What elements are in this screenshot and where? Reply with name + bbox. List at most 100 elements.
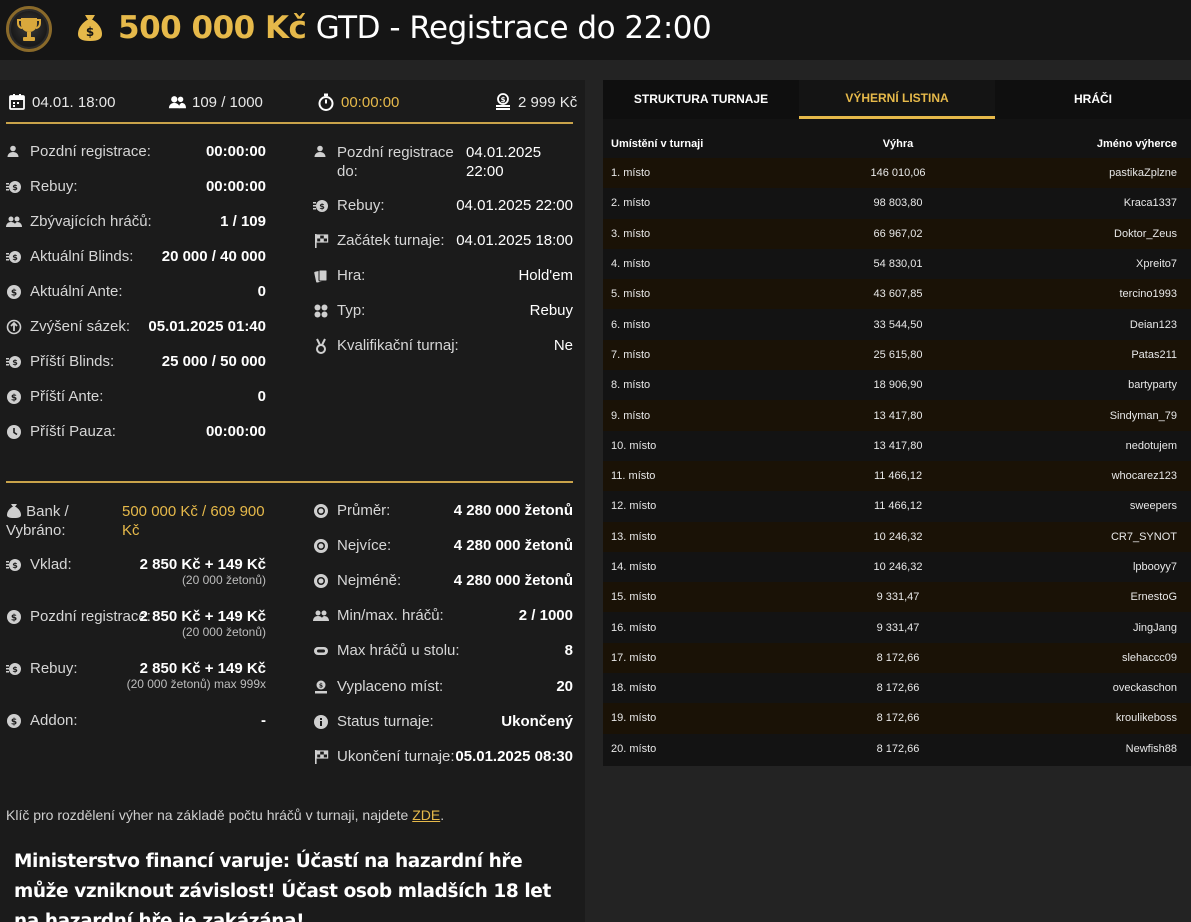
table-row: 13. místo 10 246,32 CR7_SYNOT — [603, 521, 1191, 552]
info-remaining-players: Zbývajících hráčů: 1 / 109 — [6, 213, 266, 230]
user-plus-icon — [314, 145, 326, 157]
money-icon: $ — [6, 559, 21, 571]
users-icon — [168, 96, 186, 109]
info-game: Hra: Hold'em — [313, 267, 573, 284]
column-header-prize: Výhra — [882, 138, 914, 150]
chip-icon — [314, 504, 328, 518]
info-min-stack: Nejméně: 4 280 000 žetonů — [313, 572, 573, 589]
money-icon: $ — [6, 663, 21, 675]
svg-text:$: $ — [12, 253, 18, 262]
coins-icon: $ — [496, 93, 510, 110]
info-status: Status turnaje: Ukončený — [313, 713, 573, 730]
info-type: Typ: Rebuy — [313, 302, 573, 319]
info-rebuy-price: $ Rebuy: 2 850 Kč + 149 Kč (20 000 žetonů… — [6, 660, 266, 691]
summary-players: 109 / 1000 — [168, 93, 263, 111]
money-icon: $ — [6, 181, 21, 193]
checkered-flag-icon — [315, 234, 329, 248]
stopwatch-icon — [318, 93, 334, 111]
table-row: 20. místo 8 172,66 Newfish88 — [603, 733, 1191, 764]
svg-text:$: $ — [86, 25, 94, 39]
dollar-coin-icon: $ — [7, 285, 21, 299]
table-row: 18. místo 8 172,66 oveckaschon — [603, 673, 1191, 704]
info-rebuy-until: $ Rebuy: 04.01.2025 22:00 — [313, 197, 573, 214]
info-average-stack: Průměr: 4 280 000 žetonů — [313, 502, 573, 519]
dollar-coin-icon: $ — [7, 390, 21, 404]
money-icon: $ — [313, 200, 328, 212]
info-current-blinds: $ Aktuální Blinds: 20 000 / 40 000 — [6, 248, 266, 265]
svg-text:$: $ — [12, 561, 18, 570]
info-late-registration-price: $ Pozdní registrace: 2 850 Kč + 149 Kč (2… — [6, 608, 266, 639]
poker-table-icon — [314, 647, 328, 655]
summary-buyin: $ 2 999 Kč — [494, 93, 577, 111]
info-addon: $ Addon: - — [6, 712, 266, 729]
tab-payout-list[interactable]: VÝHERNÍ LISTINA — [799, 80, 995, 119]
table-row: 2. místo 98 803,80 Kraca1337 — [603, 188, 1191, 219]
table-row: 9. místo 13 417,80 Sindyman_79 — [603, 400, 1191, 431]
money-bag-icon: $ — [78, 15, 102, 41]
table-row: 12. místo 11 466,12 sweepers — [603, 491, 1191, 522]
info-late-registration: Pozdní registrace: 00:00:00 — [6, 143, 266, 160]
svg-text:$: $ — [12, 665, 18, 674]
svg-text:$: $ — [12, 183, 18, 192]
start-date: 04.01. 18:00 — [32, 93, 116, 111]
tournament-title: 500 000 Kč GTD - Registrace do 22:00 — [118, 10, 712, 46]
table-row: 8. místo 18 906,90 bartyparty — [603, 370, 1191, 401]
dollar-coin-icon: $ — [7, 610, 21, 624]
medal-icon — [316, 338, 326, 354]
buyin-value: 2 999 Kč — [518, 93, 578, 111]
title-text: GTD - Registrace do 22:00 — [306, 10, 712, 46]
info-icon — [314, 715, 328, 729]
svg-text:$: $ — [11, 614, 17, 624]
arrow-up-circle-icon — [6, 319, 22, 335]
tab-bar: STRUKTURA TURNAJE VÝHERNÍ LISTINA HRÁČI — [603, 80, 1191, 119]
svg-text:$: $ — [319, 683, 323, 690]
table-row: 4. místo 54 830,01 Xpreito7 — [603, 248, 1191, 280]
table-row: 3. místo 66 967,02 Doktor_Zeus — [603, 218, 1191, 249]
table-body: 1. místo 146 010,06 pastikaZplzne 2. místo… — [603, 158, 1191, 764]
money-icon: $ — [6, 251, 21, 263]
info-min-max-players: Min/max. hráčů: 2 / 1000 — [313, 607, 573, 624]
chip-icon — [314, 539, 328, 553]
users-icon — [6, 216, 22, 227]
clock-icon — [7, 425, 21, 439]
svg-text:$: $ — [501, 96, 506, 104]
info-qualification: Kvalifikační turnaj: Ne — [313, 337, 573, 354]
table-row: 11. místo 11 466,12 whocarez123 — [603, 460, 1191, 492]
table-row: 14. místo 10 246,32 lpbooyy7 — [603, 551, 1191, 583]
summary-timer: 00:00:00 — [317, 93, 399, 111]
table-row: 16. místo 9 331,47 JingJang — [603, 612, 1191, 643]
info-deposit: $ Vklad: 2 850 Kč + 149 Kč (20 000 žetonů… — [6, 556, 266, 587]
page-header: $ 500 000 Kč GTD - Registrace do 22:00 — [0, 0, 1191, 60]
trophy-logo-icon[interactable] — [6, 6, 52, 52]
table-row: 19. místo 8 172,66 kroulikeboss — [603, 703, 1191, 734]
tournament-info-panel: 04.01. 18:00 109 / 1000 00:00:00 $ 2 999… — [0, 80, 585, 922]
table-header: Umístění v turnaji Výhra Jméno výherce — [603, 130, 1191, 158]
info-max-stack: Nejvíce: 4 280 000 žetonů — [313, 537, 573, 554]
info-next-blinds: $ Příští Blinds: 25 000 / 50 000 — [6, 353, 266, 370]
svg-text:$: $ — [11, 394, 17, 404]
info-next-ante: $ Příští Ante: 0 — [6, 388, 266, 405]
chip-icon — [314, 574, 328, 588]
table-row: 1. místo 146 010,06 pastikaZplzne — [603, 158, 1191, 189]
users-icon — [313, 610, 329, 621]
table-row: 15. místo 9 331,47 ErnestoG — [603, 582, 1191, 613]
info-blind-increase: Zvýšení sázek: 05.01.2025 01:40 — [6, 318, 266, 335]
tab-players[interactable]: HRÁČI — [995, 80, 1191, 119]
table-row: 17. místo 8 172,66 slehaccc09 — [603, 642, 1191, 674]
info-bank: Bank / Vybráno: 500 000 Kč / 609 900 Kč — [6, 503, 265, 539]
svg-text:$: $ — [319, 202, 325, 211]
column-header-winner: Jméno výherce — [1096, 138, 1177, 150]
payout-key-link[interactable]: ZDE — [412, 807, 440, 823]
guaranteed-amount: 500 000 Kč — [118, 10, 307, 46]
table-row: 5. místo 43 607,85 tercino1993 — [603, 279, 1191, 310]
info-start: Začátek turnaje: 04.01.2025 18:00 — [313, 232, 573, 249]
info-paid-places: $ Vyplaceno míst: 20 — [313, 678, 573, 695]
calendar-icon — [9, 94, 25, 110]
info-end: Ukončení turnaje: 05.01.2025 08:30 — [313, 748, 573, 765]
suits-icon — [314, 304, 328, 318]
payout-key-note: Klíč pro rozdělení výher na základě počt… — [6, 807, 445, 823]
gambling-warning: Ministerstvo financí varuje: Účastí na h… — [14, 851, 551, 922]
tab-structure[interactable]: STRUKTURA TURNAJE — [603, 80, 799, 119]
table-row: 7. místo 25 615,80 Patas211 — [603, 339, 1191, 371]
svg-text:$: $ — [12, 358, 18, 367]
